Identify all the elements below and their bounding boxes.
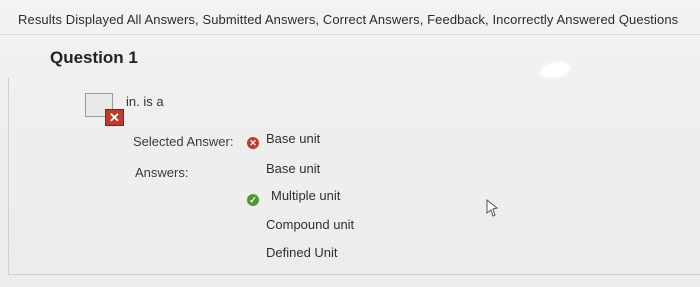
answers-label: Answers: bbox=[135, 165, 189, 180]
question-title: Question 1 bbox=[50, 48, 138, 67]
x-icon: ✕ bbox=[105, 109, 124, 126]
mouse-cursor-icon bbox=[486, 199, 499, 217]
incorrect-icon: ✕ bbox=[247, 137, 259, 149]
answer-option: Base unit bbox=[266, 161, 321, 176]
answer-option: Compound unit bbox=[266, 217, 355, 232]
question-text: in. is a bbox=[126, 94, 164, 109]
results-display-info: Results Displayed All Answers, Submitted… bbox=[18, 12, 679, 27]
correct-icon: ✓ bbox=[247, 194, 259, 206]
selected-answer-label: Selected Answer: bbox=[133, 134, 234, 149]
screen-glare bbox=[538, 60, 572, 80]
header-divider bbox=[0, 34, 700, 35]
answer-option: Defined Unit bbox=[266, 245, 338, 260]
incorrect-status-icon: ✕ bbox=[85, 93, 125, 127]
selected-answer-value: Base unit bbox=[266, 131, 321, 146]
question-bottom-divider bbox=[8, 274, 700, 275]
answer-option-correct: Multiple unit bbox=[271, 188, 341, 203]
